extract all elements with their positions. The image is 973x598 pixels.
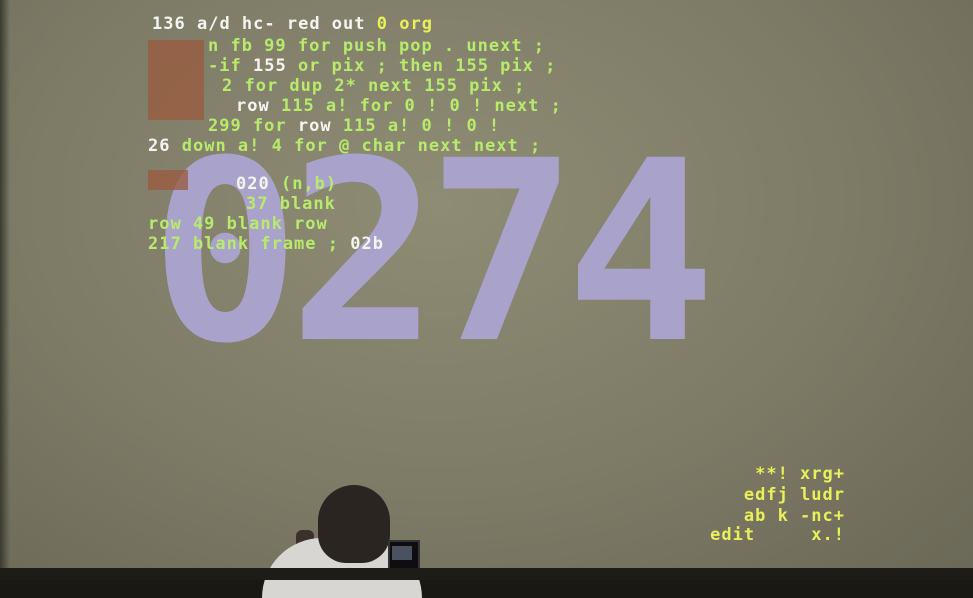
code-text: 217 blank frame ; [148,234,339,254]
keypad-row-1: **! xrg+ [755,464,845,484]
code-line-9: 37 blank [246,194,336,214]
code-text: a/d hc- red out [196,14,366,34]
code-word: 02b [350,234,384,254]
keypad-row-4: edit x.! [710,525,845,545]
red-marker [148,170,188,190]
code-text: 115 a! for 0 ! 0 ! next ; [280,96,562,116]
code-text: 37 blank [246,194,336,214]
keypad-row-2: edfj ludr [743,485,845,505]
code-text: 299 for [208,116,287,136]
red-marker [148,40,204,60]
code-word: row [297,116,332,136]
code-number: 136 [152,14,186,34]
code-line-5: row 115 a! for 0 ! 0 ! next ; [236,96,562,116]
code-line-6: 299 for row 115 a! 0 ! 0 ! [208,116,500,136]
code-line-3: -if 155 or pix ; then 155 pix ; [208,56,556,76]
code-text: down a! 4 for @ char next next ; [181,136,542,156]
code-line-10: row 49 blank row [148,214,328,234]
code-line-8: 020 (n,b) [236,174,337,194]
code-text: (n,b) [280,174,338,194]
code-text: n fb 99 for push pop . unext ; [208,36,546,56]
code-line-7: 26 down a! 4 for @ char next next ; [148,136,541,156]
red-marker [148,100,204,120]
code-text: 2 for dup 2* next 155 pix ; [222,76,526,96]
screen-edge-shadow [0,0,10,580]
red-marker [148,80,204,100]
code-line-1: 136 a/d hc- red out 0 org [152,14,433,34]
code-text: row 49 blank row [148,214,328,234]
code-text: or pix ; then 155 pix ; [297,56,557,76]
code-line-4: 2 for dup 2* next 155 pix ; [222,76,525,96]
device-screen [392,546,412,560]
code-number: 020 [236,174,270,194]
red-marker [148,60,204,80]
code-text: -if [208,56,242,76]
code-line-2: n fb 99 for push pop . unext ; [208,36,545,56]
code-line-11: 217 blank frame ; 02b [148,234,384,254]
stage-floor [0,568,973,580]
presenter-head [318,485,390,563]
keypad-row-3: ab k -nc+ [743,506,845,526]
code-word: row [236,96,270,116]
code-text: 0 org [376,14,433,34]
code-number: 26 [148,136,171,156]
code-text: 115 a! 0 ! 0 ! [342,116,501,136]
code-number: 155 [252,56,287,76]
